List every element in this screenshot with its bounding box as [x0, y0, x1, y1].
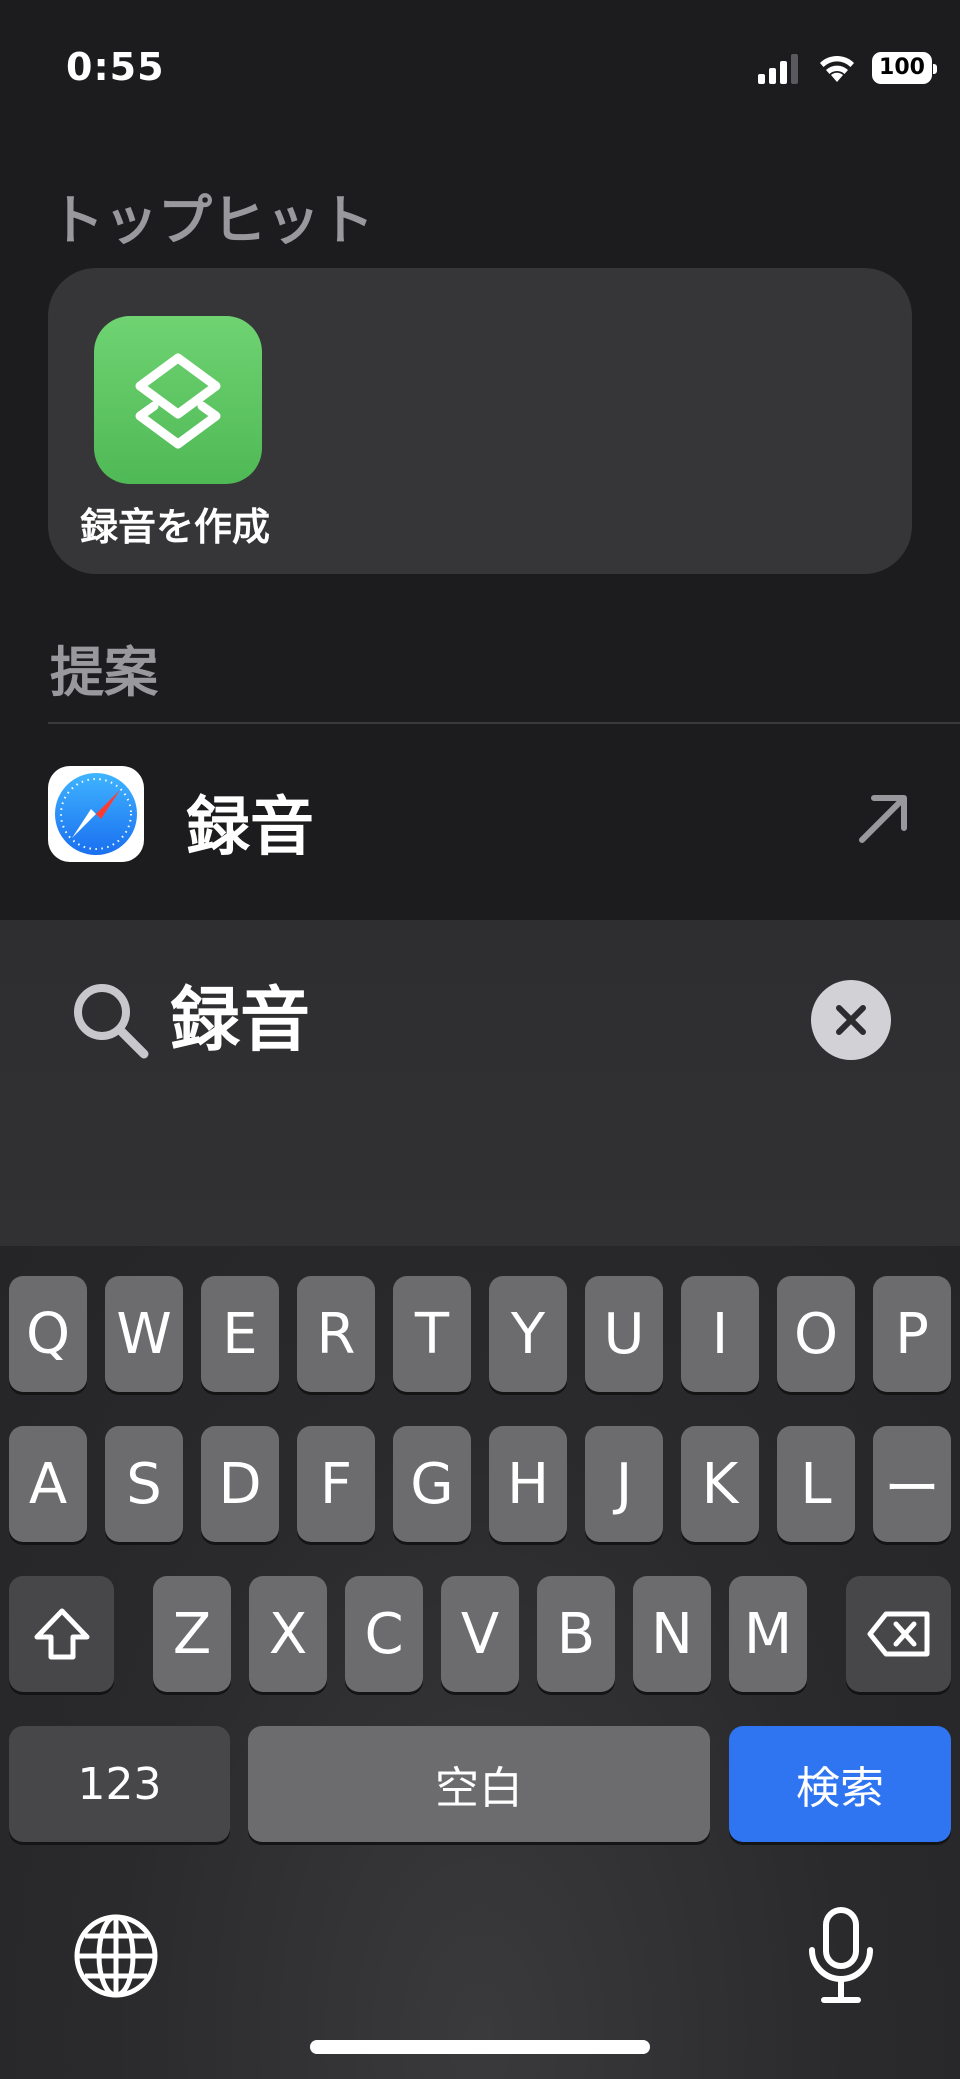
key-h[interactable]: H: [489, 1426, 567, 1542]
top-hit-section-title: トップヒット: [50, 189, 374, 252]
key-o[interactable]: O: [777, 1276, 855, 1392]
suggestions-section-title: 提案: [50, 641, 158, 704]
key-t[interactable]: T: [393, 1276, 471, 1392]
status-icons: 100: [758, 48, 937, 88]
key-l[interactable]: L: [777, 1426, 855, 1542]
arrow-up-right-icon: [859, 795, 907, 843]
search-key-label: 検索: [796, 1763, 884, 1814]
key-j[interactable]: J: [585, 1426, 663, 1542]
numbers-key[interactable]: 123: [9, 1726, 230, 1842]
key-z[interactable]: Z: [153, 1576, 231, 1692]
keyboard-row-1: Q W E R T Y U I O P: [0, 1276, 960, 1394]
key-x[interactable]: X: [249, 1576, 327, 1692]
status-bar: 0:55 100: [0, 0, 960, 140]
home-indicator: [310, 2040, 650, 2054]
keyboard: Q W E R T Y U I O P A S D F G H J K L ー: [0, 1246, 960, 2079]
shortcut-label: 録音を作成: [80, 505, 271, 549]
key-n[interactable]: N: [633, 1576, 711, 1692]
shift-key[interactable]: [9, 1576, 114, 1692]
key-g[interactable]: G: [393, 1426, 471, 1542]
space-key-label: 空白: [435, 1763, 523, 1814]
key-y[interactable]: Y: [489, 1276, 567, 1392]
safari-app-tile: [48, 766, 144, 862]
shortcuts-icon: [135, 353, 221, 449]
keyboard-row-4: 123 空白 検索: [0, 1726, 960, 1844]
key-a[interactable]: A: [9, 1426, 87, 1542]
key-r[interactable]: R: [297, 1276, 375, 1392]
key-k[interactable]: K: [681, 1426, 759, 1542]
key-i[interactable]: I: [681, 1276, 759, 1392]
search-key[interactable]: 検索: [729, 1726, 951, 1842]
keyboard-row-2: A S D F G H J K L ー: [0, 1426, 960, 1544]
key-u[interactable]: U: [585, 1276, 663, 1392]
microphone-icon[interactable]: [802, 1906, 880, 2006]
key-s[interactable]: S: [105, 1426, 183, 1542]
clear-search-button[interactable]: [811, 980, 891, 1060]
suggestion-label: 録音: [186, 791, 314, 865]
key-f[interactable]: F: [297, 1426, 375, 1542]
space-key[interactable]: 空白: [248, 1726, 710, 1842]
close-icon: [836, 1005, 866, 1035]
delete-key[interactable]: [846, 1576, 951, 1692]
delete-icon: [867, 1611, 929, 1657]
key-e[interactable]: E: [201, 1276, 279, 1392]
key-long-vowel[interactable]: ー: [873, 1426, 951, 1542]
keyboard-row-3: Z X C V B N M: [0, 1576, 960, 1694]
search-panel: [0, 920, 960, 1246]
key-v[interactable]: V: [441, 1576, 519, 1692]
globe-icon[interactable]: [72, 1912, 160, 2000]
key-d[interactable]: D: [201, 1426, 279, 1542]
suggestion-row[interactable]: 録音: [0, 724, 960, 920]
key-q[interactable]: Q: [9, 1276, 87, 1392]
numbers-key-label: 123: [77, 1758, 162, 1810]
shift-icon: [34, 1608, 89, 1660]
search-icon: [74, 984, 149, 1059]
wifi-icon: [820, 55, 854, 82]
shortcut-create-recording-button[interactable]: [94, 316, 262, 484]
top-hit-card: 録音を作成: [48, 268, 912, 574]
safari-icon: [55, 773, 137, 855]
cellular-signal-icon: [758, 54, 798, 84]
status-time: 0:55: [66, 45, 165, 89]
key-w[interactable]: W: [105, 1276, 183, 1392]
battery-icon: 100: [872, 52, 937, 84]
key-m[interactable]: M: [729, 1576, 807, 1692]
spotlight-search-screen: 0:55 100 トップヒット 録音を作成 提案 録音 録音 Q W E R T…: [0, 0, 960, 2079]
key-p[interactable]: P: [873, 1276, 951, 1392]
key-b[interactable]: B: [537, 1576, 615, 1692]
battery-level: 100: [879, 55, 925, 80]
search-input[interactable]: [170, 964, 770, 1064]
key-c[interactable]: C: [345, 1576, 423, 1692]
